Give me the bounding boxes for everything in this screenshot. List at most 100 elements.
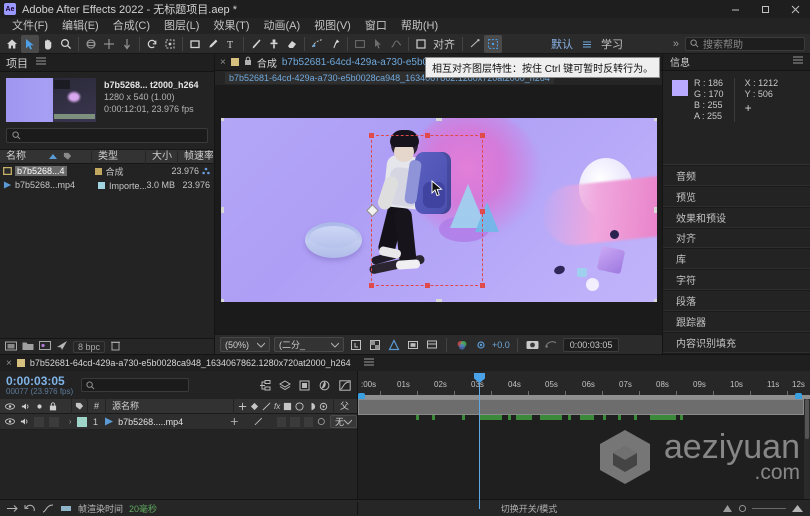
layer-color-swatch[interactable] bbox=[77, 416, 87, 427]
table-row[interactable]: b7b5268...mp4 Importe...义 3.0 MB 23.976 bbox=[0, 178, 214, 192]
new-comp-icon[interactable] bbox=[39, 340, 51, 354]
color-management-icon[interactable] bbox=[454, 337, 469, 352]
roto-tool-icon[interactable] bbox=[308, 35, 326, 53]
workspace-overflow-button[interactable]: » bbox=[667, 38, 685, 50]
toggle-switches-icon[interactable] bbox=[6, 502, 18, 514]
dolly-tool-icon[interactable] bbox=[118, 35, 136, 53]
pan-behind-tool-icon[interactable] bbox=[100, 35, 118, 53]
cursor-secondary-icon[interactable] bbox=[369, 35, 387, 53]
menu-item-composition[interactable]: 合成(C) bbox=[106, 18, 157, 34]
graph-editor-icon[interactable] bbox=[338, 379, 351, 392]
delete-icon[interactable] bbox=[110, 340, 121, 354]
sidebar-item-align[interactable]: 对齐 bbox=[663, 227, 810, 249]
column-header-name[interactable]: 名称 bbox=[0, 149, 92, 164]
align-toggle[interactable]: 对齐 bbox=[416, 36, 459, 52]
switches-modes-toggle[interactable]: 切换开关/模式 bbox=[358, 502, 700, 515]
workspace-menu-icon[interactable] bbox=[578, 35, 596, 53]
exposure-icon[interactable] bbox=[473, 337, 488, 352]
expand-arrow-icon[interactable]: › bbox=[69, 417, 78, 426]
transparency-grid-icon[interactable] bbox=[367, 337, 382, 352]
sidebar-item-content-aware-fill[interactable]: 内容识别填充 bbox=[663, 332, 810, 354]
magnet-snap-icon[interactable] bbox=[466, 35, 484, 53]
zoom-slider-track[interactable] bbox=[752, 507, 786, 509]
project-row-name-cell[interactable]: b7b5268...4 bbox=[0, 166, 89, 176]
home-icon[interactable] bbox=[3, 35, 21, 53]
timeline-tab-label[interactable]: b7b52681-64cd-429a-a730-e5b0028ca948_163… bbox=[30, 358, 351, 368]
parent-select[interactable]: 无 bbox=[329, 415, 357, 428]
column-header-size[interactable]: 大小 bbox=[146, 149, 178, 164]
bit-depth-label[interactable]: 8 bpc bbox=[73, 340, 106, 353]
graph-icon[interactable] bbox=[387, 35, 405, 53]
source-name-header[interactable]: 源名称 bbox=[106, 398, 234, 414]
marquee-snap-icon[interactable] bbox=[484, 34, 502, 53]
table-row[interactable]: b7b5268...4 合成 23.976 bbox=[0, 164, 214, 178]
workspace-learn[interactable]: 学习 bbox=[596, 36, 628, 52]
timeline-layer-row[interactable]: › 1 b7b5268.....mp4 无 bbox=[0, 414, 357, 430]
show-snapshot-icon[interactable] bbox=[544, 337, 559, 352]
motion-blur-toggle[interactable] bbox=[303, 416, 314, 427]
panel-menu-icon[interactable] bbox=[36, 57, 46, 68]
grid-guides-icon[interactable] bbox=[386, 337, 401, 352]
menu-item-help[interactable]: 帮助(H) bbox=[394, 18, 445, 34]
timecode-display[interactable]: 0:00:03:05 00077 (23.976 fps) bbox=[6, 375, 73, 396]
new-folder-icon[interactable] bbox=[5, 340, 17, 354]
layer-parent-cell[interactable]: 无 bbox=[326, 415, 357, 428]
selection-tool-icon[interactable] bbox=[21, 34, 39, 53]
snapshot-camera-icon[interactable] bbox=[525, 337, 540, 352]
layer-track-bar[interactable] bbox=[358, 399, 804, 415]
composition-tab-label[interactable]: 合成 bbox=[257, 55, 277, 70]
hand-tool-icon[interactable] bbox=[39, 35, 57, 53]
eraser-tool-icon[interactable] bbox=[283, 35, 301, 53]
pen-tool-icon[interactable] bbox=[204, 35, 222, 53]
sidebar-item-tracker[interactable]: 跟踪器 bbox=[663, 311, 810, 333]
mask-view-icon[interactable] bbox=[405, 337, 420, 352]
composition-canvas[interactable] bbox=[220, 117, 657, 302]
fx-toggle[interactable] bbox=[276, 416, 287, 427]
layer-source-name-cell[interactable]: b7b5268.....mp4 bbox=[104, 417, 226, 427]
timeline-vertical-scrollbar[interactable] bbox=[804, 399, 810, 499]
info-panel-tab[interactable]: 信息 bbox=[663, 54, 810, 71]
color-depth-icon[interactable] bbox=[56, 340, 68, 354]
sidebar-item-character[interactable]: 字符 bbox=[663, 269, 810, 291]
rotation-tool-icon[interactable] bbox=[143, 35, 161, 53]
menu-item-layer[interactable]: 图层(L) bbox=[157, 18, 206, 34]
parent-link-header[interactable]: 父级和链接 bbox=[334, 399, 357, 471]
layer-selection-box[interactable] bbox=[365, 132, 485, 288]
draft-3d-icon[interactable] bbox=[278, 379, 291, 392]
solo-toggle[interactable] bbox=[34, 416, 44, 427]
sidebar-item-libraries[interactable]: 库 bbox=[663, 248, 810, 270]
sidebar-item-paragraph[interactable]: 段落 bbox=[663, 290, 810, 312]
sidebar-item-audio[interactable]: 音频 bbox=[663, 164, 810, 186]
roto-brush-tool-icon[interactable] bbox=[161, 35, 179, 53]
timeline-track-area[interactable] bbox=[358, 399, 810, 499]
undo-icon[interactable] bbox=[24, 502, 36, 514]
project-tab-label[interactable]: 项目 bbox=[6, 55, 28, 71]
motion-blur-icon[interactable] bbox=[318, 379, 331, 392]
sidebar-item-preview[interactable]: 预览 bbox=[663, 185, 810, 207]
panel-menu-icon[interactable] bbox=[793, 56, 803, 67]
resolution-select[interactable]: (二分_ bbox=[274, 337, 345, 352]
zoom-tool-icon[interactable] bbox=[57, 35, 75, 53]
menu-item-edit[interactable]: 编辑(E) bbox=[55, 18, 106, 34]
layer-switch-modes[interactable] bbox=[226, 416, 326, 427]
menu-item-effect[interactable]: 效果(T) bbox=[206, 18, 256, 34]
orbit-tool-icon[interactable] bbox=[82, 35, 100, 53]
hide-shy-layers-icon[interactable] bbox=[298, 379, 311, 392]
brush-tool-icon[interactable] bbox=[247, 35, 265, 53]
graph-editor-small-icon[interactable] bbox=[42, 502, 54, 514]
workspace-default[interactable]: 默认 bbox=[546, 36, 578, 52]
clone-stamp-tool-icon[interactable] bbox=[265, 35, 283, 53]
project-row-name-cell[interactable]: b7b5268...mp4 bbox=[0, 180, 92, 190]
frame-blend-toggle[interactable] bbox=[290, 416, 300, 427]
column-header-fps[interactable]: 帧速率 bbox=[178, 149, 214, 164]
region-of-interest-icon[interactable] bbox=[348, 337, 363, 352]
lock-toggle[interactable] bbox=[49, 416, 59, 427]
lock-icon[interactable] bbox=[244, 56, 252, 68]
folder-icon[interactable] bbox=[22, 340, 34, 354]
snapshot-icon[interactable] bbox=[351, 35, 369, 53]
zoom-level-select[interactable]: (50%) bbox=[220, 337, 271, 352]
sidebar-item-effects-presets[interactable]: 效果和预设 bbox=[663, 206, 810, 228]
panel-menu-icon[interactable] bbox=[363, 358, 374, 369]
column-header-type[interactable]: 类型 bbox=[92, 149, 146, 164]
composition-mini-flowchart-icon[interactable] bbox=[258, 379, 271, 392]
